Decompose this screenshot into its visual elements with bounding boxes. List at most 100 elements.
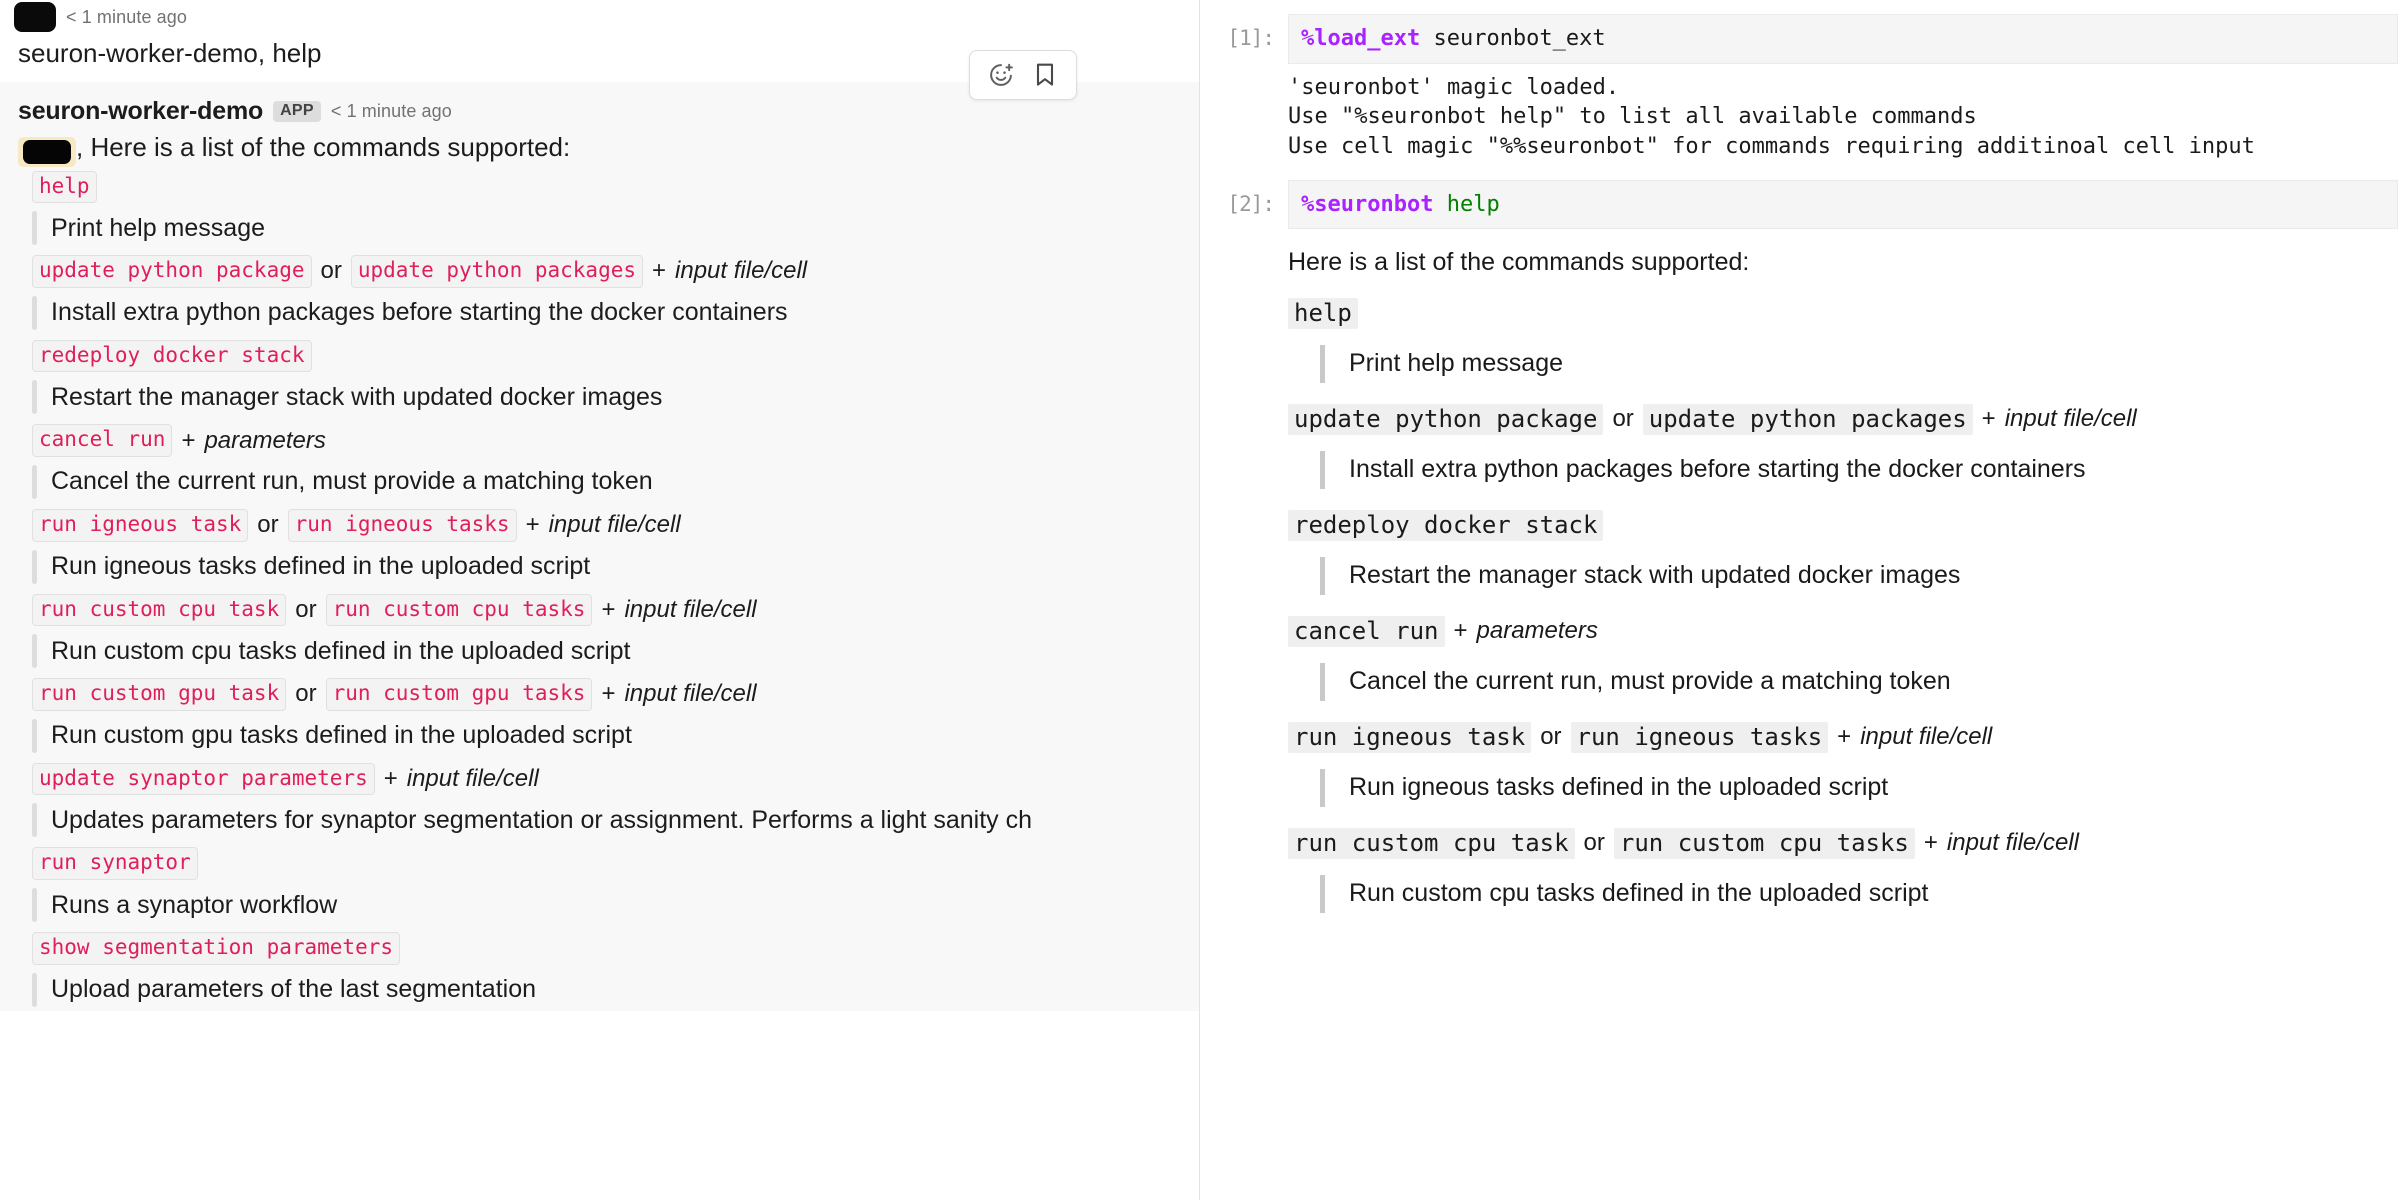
command-code[interactable]: run custom cpu task (32, 593, 287, 627)
command-description: Install extra python packages before sta… (18, 293, 1199, 334)
command-code[interactable]: cancel run (1288, 615, 1445, 647)
description-text: Run custom cpu tasks defined in the uplo… (1349, 879, 1929, 908)
command-code[interactable]: update python packages (1642, 403, 1973, 435)
plus-sign: + (525, 511, 540, 539)
app-root: < 1 minute ago seuron-worker-demo, help … (0, 0, 2400, 1200)
plus-sign: + (1923, 829, 1938, 857)
message-header: < 1 minute ago (14, 2, 1199, 32)
quote-bar (32, 972, 37, 1007)
separator-or: or (320, 257, 342, 285)
bot-author-name[interactable]: seuron-worker-demo (18, 97, 263, 126)
quote-bar (1320, 874, 1325, 913)
command-code[interactable]: run igneous tasks (287, 508, 517, 542)
command-row: run igneous task or run igneous tasks + inpu… (18, 503, 1199, 547)
quote-bar (32, 549, 37, 584)
slack-conversation-pane: < 1 minute ago seuron-worker-demo, help … (0, 0, 1200, 1200)
command-code[interactable]: help (32, 170, 97, 204)
description-text: Run igneous tasks defined in the uploade… (51, 552, 591, 581)
command-row: update synaptor parameters + input file/ce… (18, 757, 1199, 801)
command-code[interactable]: run igneous task (32, 508, 249, 542)
description-text: Print help message (51, 213, 266, 242)
slack-message-bot[interactable]: seuron-worker-demo APP < 1 minute ago , … (0, 82, 1199, 1011)
command-code[interactable]: run synaptor (32, 847, 198, 881)
command-row: show segmentation parameters (18, 926, 1199, 970)
description-text: Run custom cpu tasks defined in the uplo… (51, 636, 631, 665)
command-code[interactable]: run custom cpu task (1288, 827, 1575, 859)
description-text: Install extra python packages before sta… (51, 298, 788, 327)
separator-or: or (295, 680, 317, 708)
plus-sign: + (601, 680, 616, 708)
command-code[interactable]: run custom cpu tasks (1613, 827, 1915, 859)
message-hover-toolbar[interactable] (969, 50, 1077, 100)
description-text: Run custom gpu tasks defined in the uplo… (51, 721, 632, 750)
notebook-command-list: help Print help message update python pack… (1288, 289, 2390, 925)
command-code[interactable]: help (1288, 297, 1358, 329)
cell-1-source-rest: seuronbot_ext (1420, 26, 1606, 51)
command-description: Restart the manager stack with updated d… (18, 377, 1199, 418)
quote-bar (1320, 344, 1325, 383)
quote-bar (1320, 450, 1325, 489)
plus-sign: + (181, 426, 196, 454)
command-description: Run custom cpu tasks defined in the uplo… (1288, 865, 2390, 925)
command-description: Cancel the current run, must provide a m… (1288, 653, 2390, 713)
command-row: help (1288, 289, 2390, 335)
command-code[interactable]: update python packages (350, 255, 644, 288)
slack-command-list: help Print help message update python pack… (18, 165, 1199, 1011)
command-code[interactable]: update synaptor parameters (32, 762, 375, 796)
command-code[interactable]: run igneous task (1288, 721, 1532, 753)
command-code[interactable]: run igneous tasks (1570, 721, 1829, 753)
command-description: Updates parameters for synaptor segmenta… (18, 800, 1199, 841)
command-code[interactable]: redeploy docker stack (1288, 509, 1604, 541)
command-row: update python package or update python pac… (1288, 395, 2390, 441)
command-row: redeploy docker stack (1288, 501, 2390, 547)
command-description: Run custom cpu tasks defined in the uplo… (18, 631, 1199, 672)
command-argument: input file/cell (548, 511, 681, 539)
description-text: Cancel the current run, must provide a m… (51, 467, 653, 496)
command-description: Print help message (1288, 335, 2390, 395)
argument-token: help (1446, 191, 1500, 217)
quote-bar (32, 211, 37, 246)
command-code[interactable]: redeploy docker stack (32, 339, 312, 373)
plus-sign: + (1837, 723, 1852, 751)
cell-1-input-area[interactable]: %load_ext seuronbot_ext (1288, 14, 2398, 64)
plus-sign: + (1981, 405, 1996, 433)
plus-sign: + (601, 595, 616, 623)
command-description: Install extra python packages before sta… (1288, 441, 2390, 501)
output-line: Use cell magic "%%seuronbot" for command… (1288, 134, 2255, 160)
command-row: run custom cpu task or run custom cpu task… (1288, 819, 2390, 865)
command-argument: parameters (204, 426, 326, 454)
command-description: Cancel the current run, must provide a m… (18, 462, 1199, 503)
bookmark-icon[interactable] (1028, 58, 1062, 92)
quote-bar (32, 380, 37, 415)
command-description: Runs a synaptor workflow (18, 885, 1199, 926)
notebook-cell-2[interactable]: [2]: %seuronbot help (1200, 179, 2400, 230)
description-text: Runs a synaptor workflow (51, 890, 338, 919)
command-row: redeploy docker stack (18, 334, 1199, 378)
description-text: Restart the manager stack with updated d… (51, 382, 663, 411)
command-code[interactable]: run custom gpu tasks (325, 678, 593, 711)
bot-message-timestamp[interactable]: < 1 minute ago (331, 101, 452, 122)
cell-2-source: %seuronbot help (1301, 190, 2385, 220)
quote-bar (32, 295, 37, 330)
notebook-cell-1[interactable]: [1]: %load_ext seuronbot_ext (1200, 14, 2400, 64)
command-argument: input file/cell (1946, 829, 2079, 857)
redacted-username-block (14, 2, 56, 32)
command-code[interactable]: update python package (1288, 403, 1604, 435)
command-code[interactable]: run custom cpu tasks (325, 593, 593, 627)
output-line: Use "%seuronbot help" to list all availa… (1288, 104, 1977, 130)
cell-2-output: Here is a list of the commands supported… (1200, 229, 2400, 931)
command-code[interactable]: show segmentation parameters (32, 932, 401, 965)
add-reaction-icon[interactable] (984, 58, 1018, 92)
redacted-mention[interactable] (18, 136, 76, 167)
message-timestamp[interactable]: < 1 minute ago (66, 7, 187, 28)
command-description: Run igneous tasks defined in the uploade… (18, 547, 1199, 588)
command-code[interactable]: update python package (32, 255, 312, 288)
command-row: run custom cpu task or run custom cpu task… (18, 588, 1199, 632)
command-row: cancel run + parameters (18, 418, 1199, 462)
command-code[interactable]: run custom gpu task (32, 678, 287, 711)
cell-2-input-area[interactable]: %seuronbot help (1288, 179, 2398, 230)
jupyter-notebook-pane: [1]: %load_ext seuronbot_ext 'seuronbot'… (1200, 0, 2400, 1200)
cell-2-prompt: [2]: (1227, 191, 1275, 216)
bot-message-body: , Here is a list of the commands support… (18, 126, 1199, 1010)
command-code[interactable]: cancel run (32, 424, 173, 457)
